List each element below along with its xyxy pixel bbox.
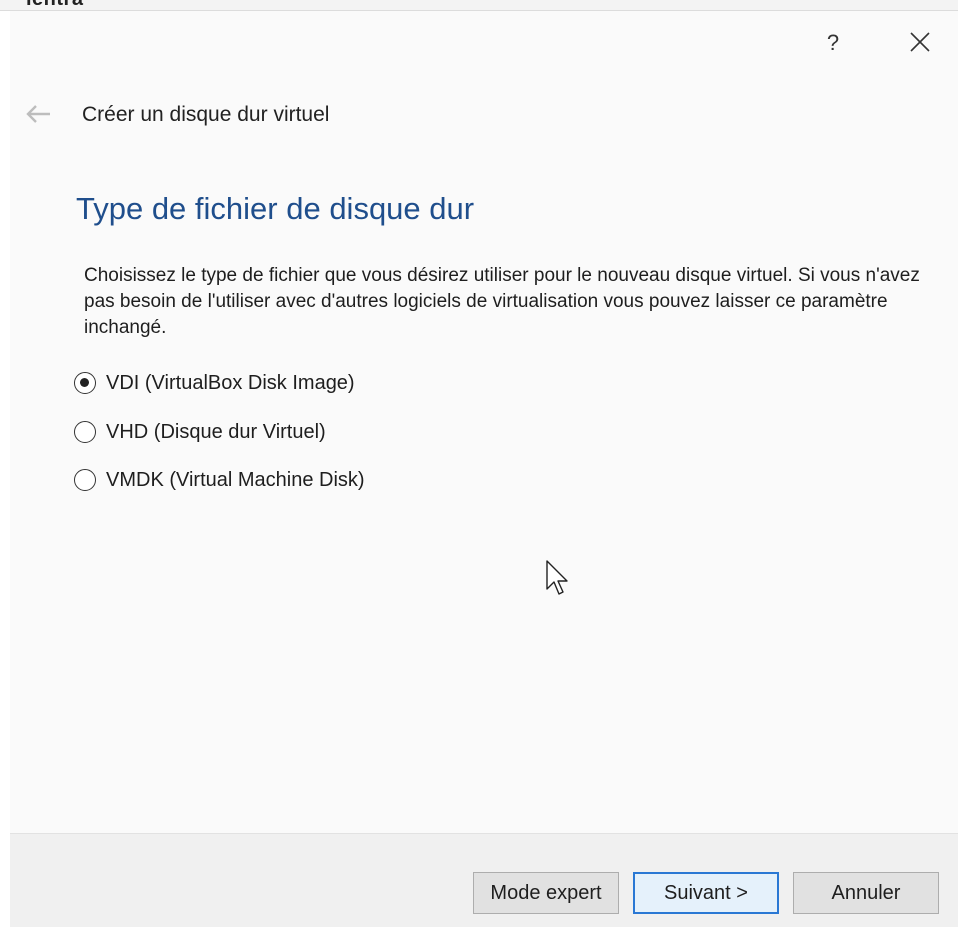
radio-label-vhd: VHD (Disque dur Virtuel) bbox=[106, 420, 326, 443]
page-description: Choisissez le type de fichier que vous d… bbox=[84, 265, 920, 338]
radio-option-vmdk[interactable]: VMDK (Virtual Machine Disk) bbox=[74, 465, 365, 495]
background-window-text: ientra bbox=[26, 0, 83, 11]
radio-option-vdi[interactable]: VDI (VirtualBox Disk Image) bbox=[74, 368, 355, 398]
radio-button-checked[interactable] bbox=[74, 372, 96, 394]
wizard-title: Créer un disque dur virtuel bbox=[82, 103, 330, 126]
page-heading: Type de fichier de disque dur bbox=[76, 191, 475, 226]
radio-button[interactable] bbox=[74, 421, 96, 443]
cancel-button[interactable]: Annuler bbox=[793, 872, 939, 914]
help-button[interactable]: ? bbox=[818, 28, 848, 58]
mouse-pointer-icon bbox=[546, 560, 568, 595]
radio-option-vhd[interactable]: VHD (Disque dur Virtuel) bbox=[74, 417, 326, 447]
expert-mode-button[interactable]: Mode expert bbox=[473, 872, 619, 914]
back-button[interactable] bbox=[24, 101, 54, 127]
radio-label-vmdk: VMDK (Virtual Machine Disk) bbox=[106, 468, 365, 491]
close-button[interactable] bbox=[904, 26, 936, 58]
back-arrow-icon bbox=[26, 105, 50, 123]
close-icon bbox=[910, 32, 930, 52]
button-bar: Mode expert Suivant > Annuler bbox=[10, 833, 958, 927]
radio-button[interactable] bbox=[74, 469, 96, 491]
radio-label-vdi: VDI (VirtualBox Disk Image) bbox=[106, 371, 355, 394]
next-button[interactable]: Suivant > bbox=[633, 872, 779, 914]
create-virtual-disk-dialog: ? Créer un disque dur virtuel Type de fi… bbox=[10, 11, 958, 927]
background-window-strip: ientra bbox=[0, 0, 958, 11]
